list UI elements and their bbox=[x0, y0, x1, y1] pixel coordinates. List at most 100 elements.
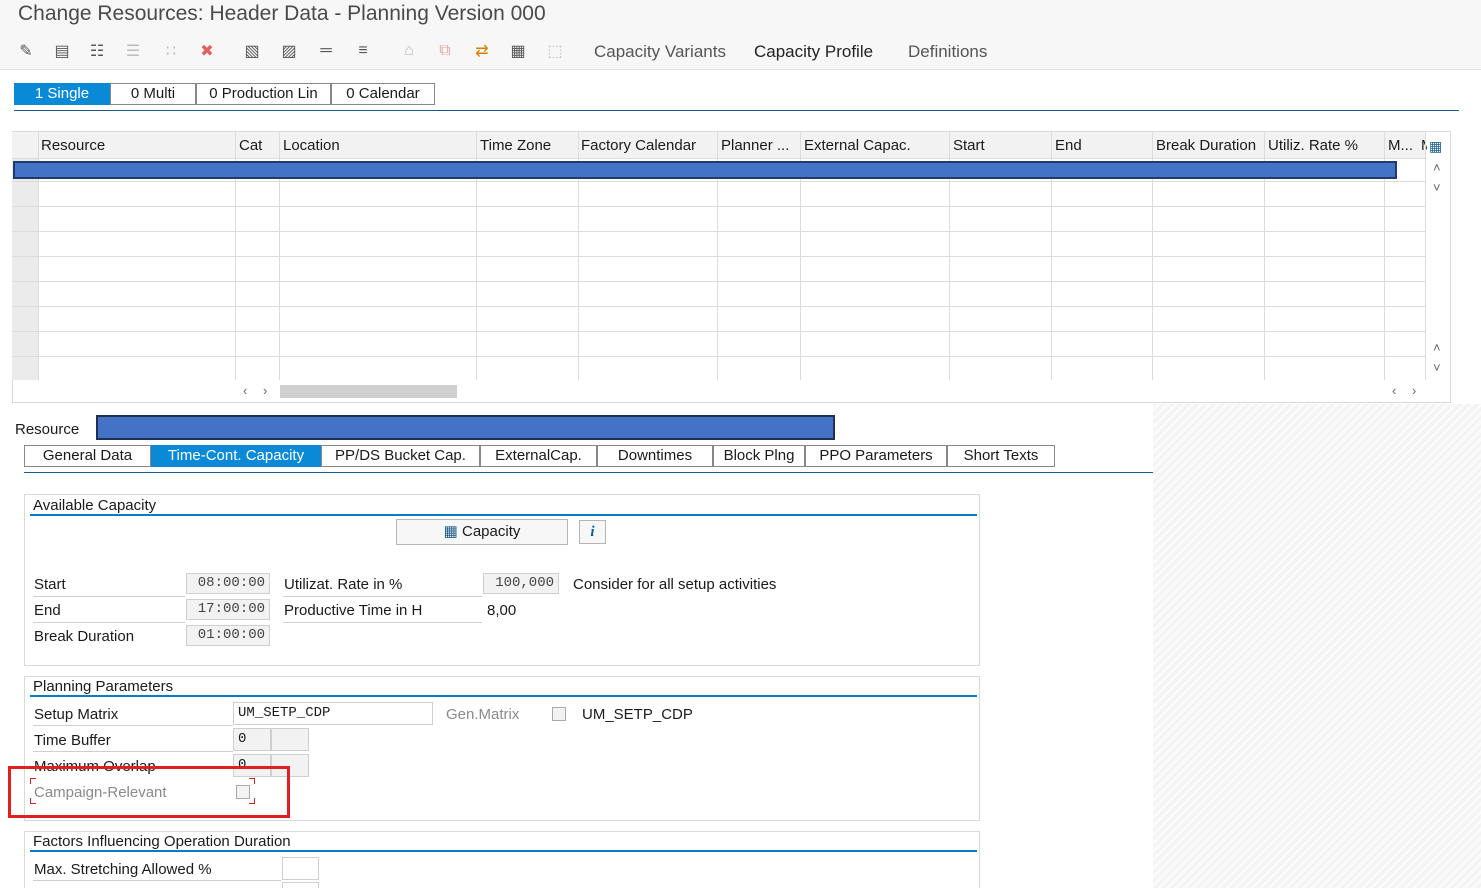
grid-settings-icon[interactable]: ▦ bbox=[507, 40, 529, 62]
grid-row-line bbox=[12, 256, 1425, 257]
label-underline bbox=[283, 622, 482, 623]
hierarchy-icon[interactable]: ∷ bbox=[160, 40, 182, 62]
tab-production-line[interactable]: 0 Production Lin bbox=[196, 83, 331, 105]
tab-downtimes[interactable]: Downtimes bbox=[597, 445, 713, 467]
col-end[interactable]: End bbox=[1055, 137, 1151, 154]
display-change-icon[interactable]: ✎ bbox=[15, 40, 37, 62]
capacity-button-label: Capacity bbox=[462, 523, 521, 540]
grid-row-line bbox=[12, 181, 1425, 182]
gen-matrix-label: Gen.Matrix bbox=[446, 706, 520, 723]
consider-setup-text: Consider for all setup activities bbox=[573, 576, 777, 593]
scroll-left-icon[interactable]: ‹ bbox=[1392, 383, 1396, 398]
gen-matrix-checkbox[interactable] bbox=[552, 707, 566, 721]
scroll-up-icon[interactable]: ˄ bbox=[1433, 340, 1441, 355]
tab-ppds-bucket-cap[interactable]: PP/DS Bucket Cap. bbox=[321, 445, 480, 467]
tab-short-texts[interactable]: Short Texts bbox=[947, 445, 1055, 467]
col-break-duration[interactable]: Break Duration bbox=[1156, 137, 1262, 154]
capacity-variants-link[interactable]: Capacity Variants bbox=[594, 42, 726, 62]
column-settings-icon[interactable]: ▦ bbox=[1429, 138, 1446, 154]
col-m1[interactable]: M... bbox=[1388, 137, 1422, 154]
next-input[interactable] bbox=[282, 882, 319, 888]
col-location[interactable]: Location bbox=[283, 137, 473, 154]
col-external-capacity[interactable]: External Capac. bbox=[804, 137, 947, 154]
group-title: Factors Influencing Operation Duration bbox=[33, 833, 291, 850]
horizontal-scrollbar-thumb[interactable] bbox=[280, 385, 457, 398]
label-underline bbox=[33, 880, 281, 881]
group-title-line bbox=[30, 514, 977, 516]
grid-row-line bbox=[12, 206, 1425, 207]
tab-underline bbox=[14, 110, 1459, 111]
start-value: 08:00:00 bbox=[186, 573, 270, 594]
capacity-button[interactable]: ▦ Capacity bbox=[396, 519, 568, 545]
grid-row-line bbox=[12, 158, 1425, 159]
col-utiliz-rate[interactable]: Utiliz. Rate % bbox=[1268, 137, 1382, 154]
delete-icon[interactable]: ✖ bbox=[196, 40, 218, 62]
definitions-link[interactable]: Definitions bbox=[908, 42, 987, 62]
share-icon[interactable]: ⇄ bbox=[471, 40, 493, 62]
col-planner[interactable]: Planner ... bbox=[721, 137, 799, 154]
highlight-box bbox=[8, 766, 290, 818]
window-title: Change Resources: Header Data - Planning… bbox=[18, 2, 546, 25]
setup-matrix-label: Setup Matrix bbox=[34, 706, 119, 723]
productive-time-value: 8,00 bbox=[487, 602, 517, 619]
end-value: 17:00:00 bbox=[186, 599, 270, 620]
scroll-right-icon[interactable]: › bbox=[1412, 383, 1416, 398]
tab-ppo-parameters[interactable]: PPO Parameters bbox=[805, 445, 947, 467]
tab-block-plng[interactable]: Block Plng bbox=[713, 445, 805, 467]
group-title-line bbox=[30, 850, 977, 852]
scroll-right-icon[interactable]: › bbox=[263, 383, 267, 398]
productive-time-label: Productive Time in H bbox=[284, 602, 423, 619]
trash-icon[interactable]: ⌂ bbox=[398, 40, 420, 62]
info-icon[interactable]: i bbox=[579, 520, 606, 544]
table-icon[interactable]: ▤ bbox=[51, 40, 73, 62]
copy-icon[interactable]: ⧉ bbox=[434, 40, 456, 62]
tab-single[interactable]: 1 Single bbox=[14, 83, 110, 105]
label-underline bbox=[33, 751, 233, 752]
tab-calendar[interactable]: 0 Calendar bbox=[331, 83, 435, 105]
start-label: Start bbox=[34, 576, 66, 593]
time-buffer-unit[interactable] bbox=[271, 728, 309, 751]
time-buffer-label: Time Buffer bbox=[34, 732, 111, 749]
tab-time-cont-capacity[interactable]: Time-Cont. Capacity bbox=[151, 445, 321, 467]
tab-multi[interactable]: 0 Multi bbox=[110, 83, 196, 105]
align-icon[interactable]: ═ bbox=[315, 40, 337, 62]
label-underline bbox=[33, 596, 185, 597]
deselect-icon[interactable]: ▨ bbox=[278, 40, 300, 62]
grid-row-line bbox=[12, 231, 1425, 232]
tab-external-cap[interactable]: ExternalCap. bbox=[480, 445, 597, 467]
resource-field[interactable] bbox=[96, 415, 835, 440]
label-underline bbox=[283, 596, 482, 597]
end-label: End bbox=[34, 602, 61, 619]
col-factory-calendar[interactable]: Factory Calendar bbox=[581, 137, 715, 154]
group-title: Available Capacity bbox=[33, 497, 157, 514]
scroll-down-icon[interactable]: ˅ bbox=[1433, 360, 1441, 375]
layout-icon[interactable]: ☷ bbox=[86, 40, 108, 62]
filter-icon[interactable]: ≡ bbox=[352, 40, 374, 62]
resource-label: Resource bbox=[15, 421, 80, 438]
scroll-left-icon[interactable]: ‹ bbox=[243, 383, 247, 398]
col-m2[interactable]: M bbox=[1421, 137, 1427, 154]
scroll-down-icon[interactable]: ˅ bbox=[1433, 180, 1441, 195]
col-resource[interactable]: Resource bbox=[41, 137, 231, 154]
selected-grid-row[interactable] bbox=[13, 161, 1397, 179]
details-icon[interactable]: ☰ bbox=[122, 40, 144, 62]
capacity-profile-link[interactable]: Capacity Profile bbox=[754, 42, 873, 62]
utilization-rate-label: Utilizat. Rate in % bbox=[284, 576, 403, 593]
grid-row-line bbox=[12, 306, 1425, 307]
break-duration-value: 01:00:00 bbox=[186, 625, 270, 646]
col-time-zone[interactable]: Time Zone bbox=[480, 137, 576, 154]
col-cat[interactable]: Cat bbox=[239, 137, 277, 154]
scroll-up-icon[interactable]: ˄ bbox=[1433, 160, 1441, 175]
tab-general-data[interactable]: General Data bbox=[24, 445, 151, 467]
grid-icon: ▦ bbox=[443, 523, 458, 540]
label-underline bbox=[33, 622, 185, 623]
row-selector-column[interactable] bbox=[12, 158, 38, 380]
group-title-line bbox=[30, 695, 977, 697]
time-buffer-input[interactable]: 0 bbox=[233, 728, 271, 751]
select-icon[interactable]: ▧ bbox=[241, 40, 263, 62]
gen-matrix-text: UM_SETP_CDP bbox=[582, 706, 693, 723]
setup-matrix-input[interactable]: UM_SETP_CDP bbox=[233, 702, 433, 725]
max-stretching-input[interactable] bbox=[282, 857, 319, 880]
col-start[interactable]: Start bbox=[953, 137, 1049, 154]
apps-icon[interactable]: ⬚ bbox=[544, 40, 566, 62]
